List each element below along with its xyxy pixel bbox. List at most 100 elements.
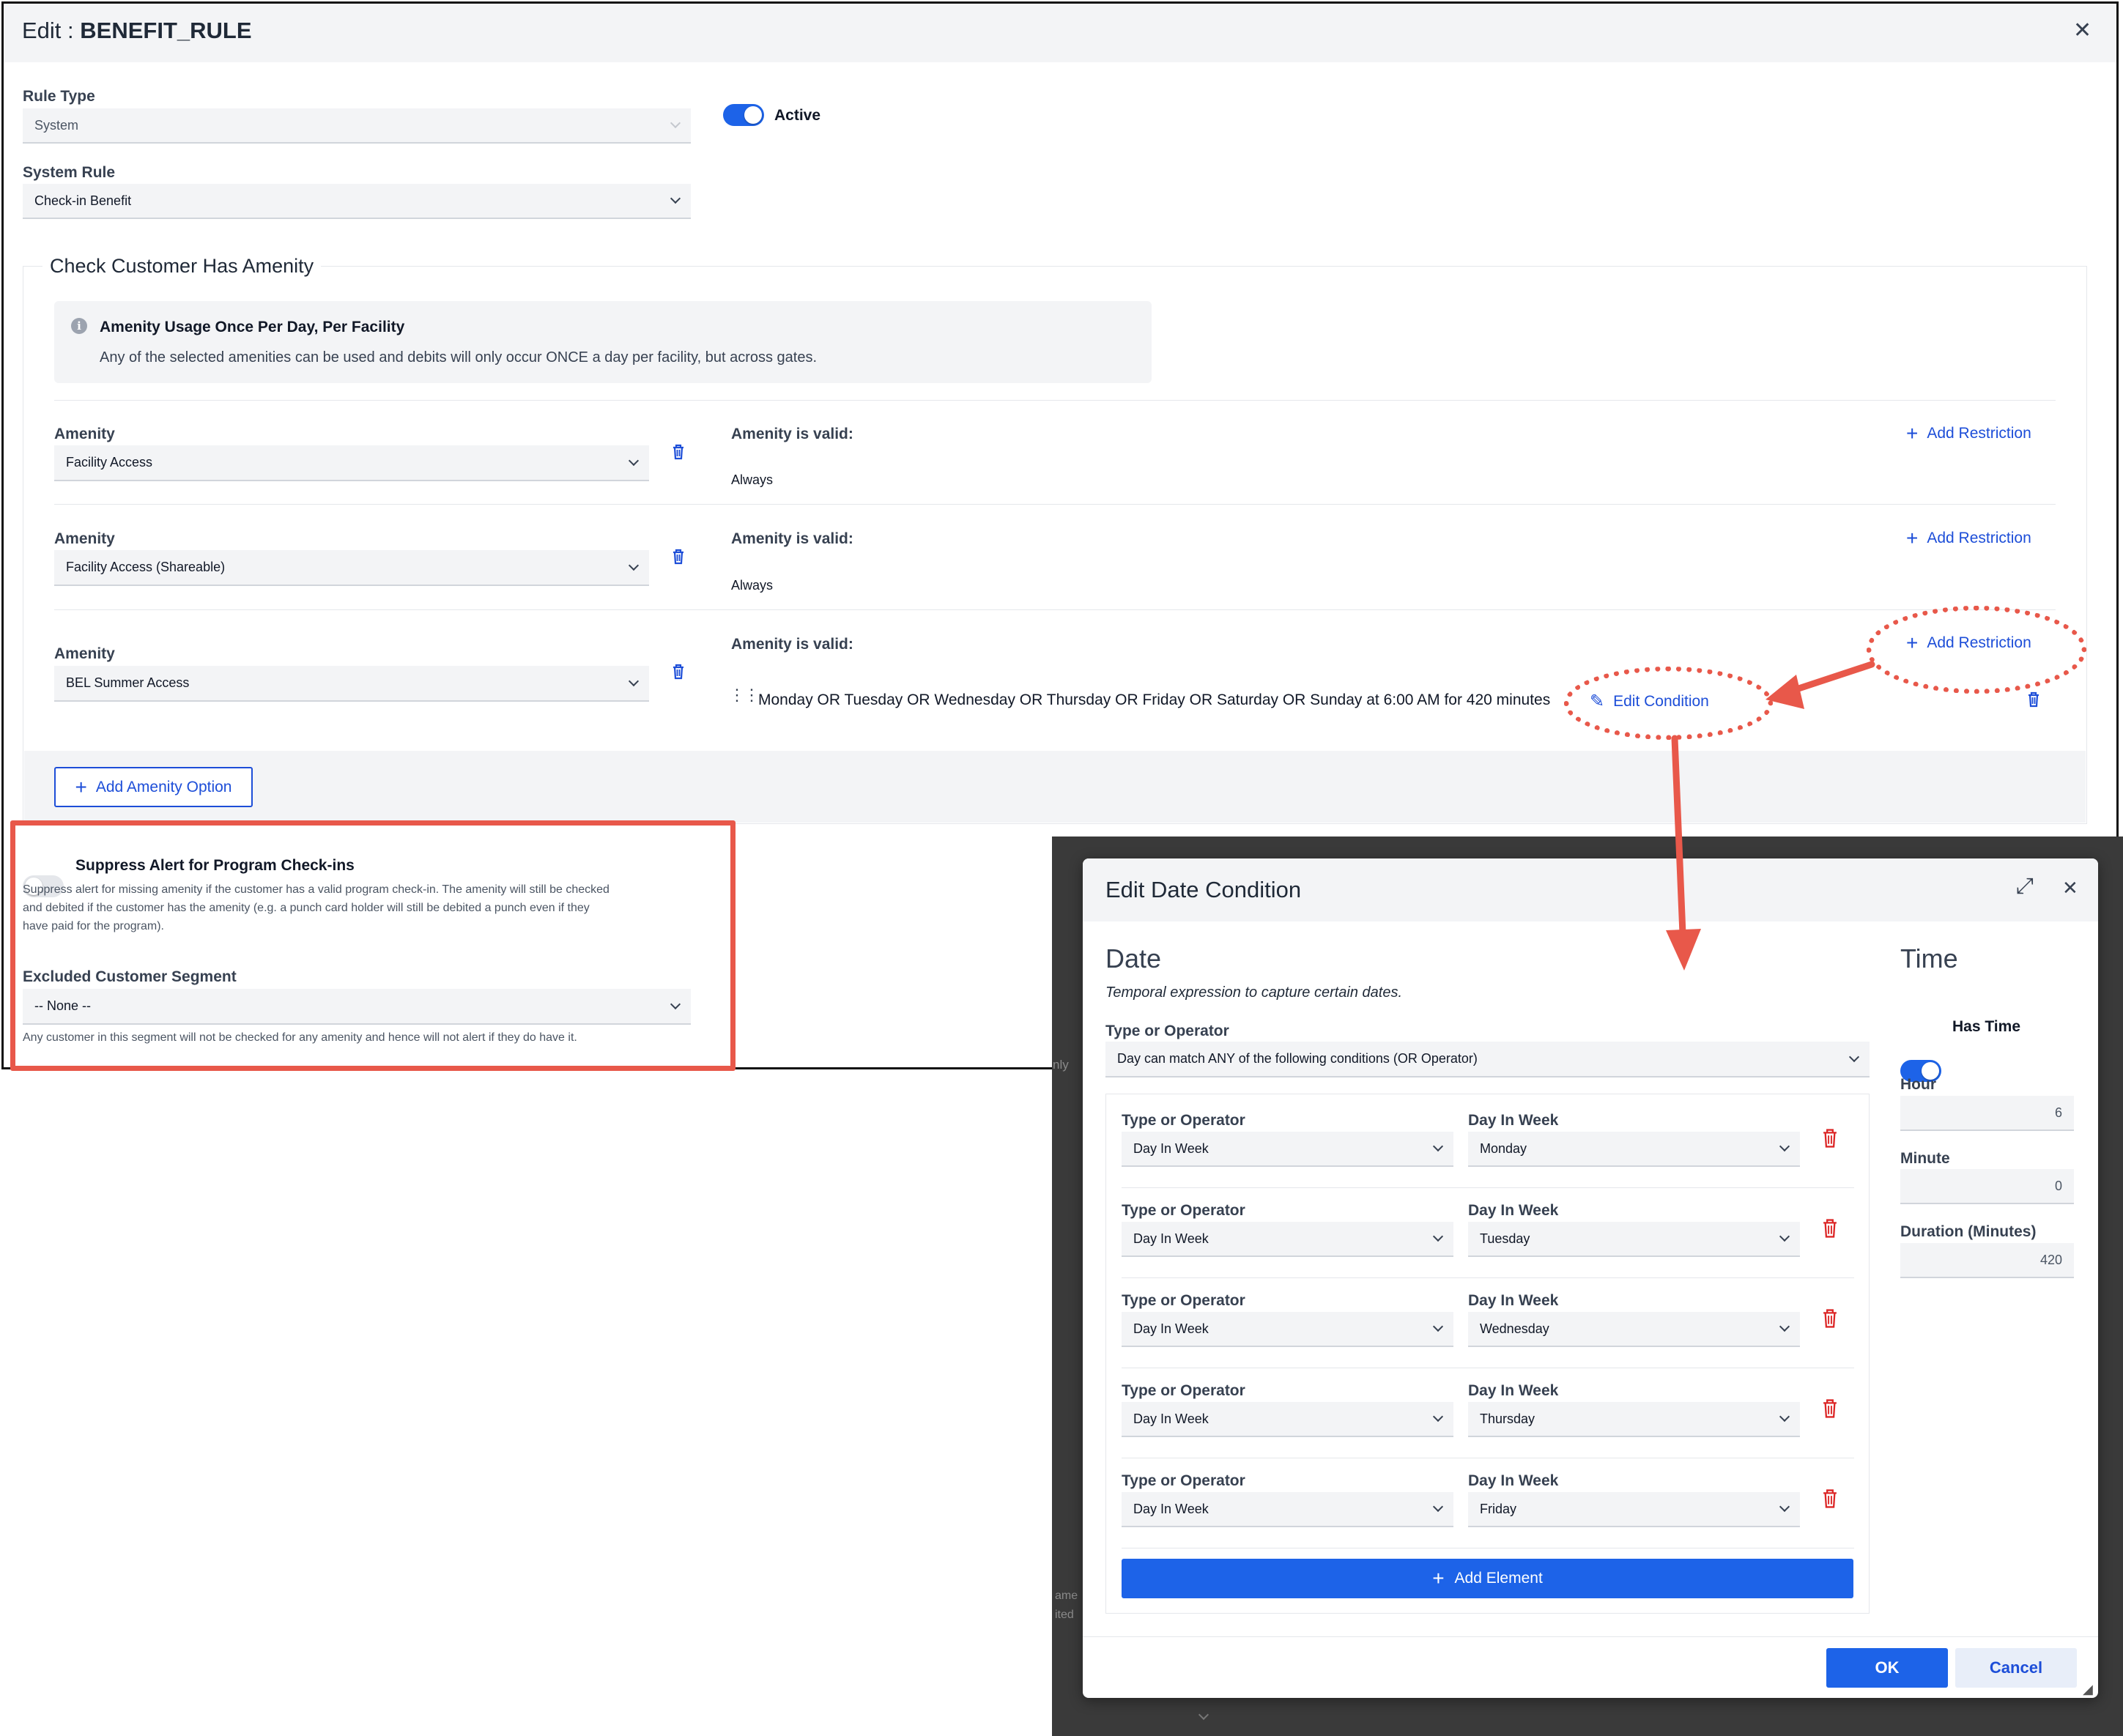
add-restriction-button[interactable]: + Add Restriction: [1906, 528, 2031, 549]
drag-handle-icon[interactable]: ⋮⋮: [729, 687, 760, 703]
duration-input[interactable]: 420: [1900, 1243, 2074, 1278]
ok-label: OK: [1875, 1658, 1900, 1677]
active-label: Active: [774, 107, 821, 124]
amenity-value: Facility Access (Shareable): [66, 560, 226, 574]
amenity-label: Amenity: [54, 530, 115, 547]
ok-button[interactable]: OK: [1826, 1648, 1948, 1688]
condition-type-value: Day In Week: [1133, 1321, 1209, 1336]
chevron-down-icon: [1432, 1321, 1444, 1332]
plus-icon: +: [1906, 422, 1919, 445]
dialog-title: Edit Date Condition: [1105, 877, 1302, 902]
amenity-value: Facility Access: [66, 455, 153, 470]
chevron-down-icon: [1779, 1411, 1790, 1422]
expand-icon[interactable]: ⤢: [2016, 874, 2034, 899]
condition-type-select[interactable]: Day In Week: [1122, 1312, 1453, 1347]
day-in-week-select[interactable]: Thursday: [1468, 1402, 1800, 1437]
type-operator-label: Type or Operator: [1105, 1023, 1229, 1039]
minute-value: 0: [2054, 1178, 2062, 1193]
dialog-footer-divider: [1083, 1636, 2098, 1637]
divider: [54, 400, 2056, 401]
condition-text: Monday OR Tuesday OR Wednesday OR Thursd…: [758, 691, 1551, 708]
day-in-week-label: Day In Week: [1468, 1382, 1559, 1399]
chevron-down-icon: [628, 675, 640, 686]
minute-input[interactable]: 0: [1900, 1169, 2074, 1204]
rule-type-select[interactable]: System: [23, 108, 691, 144]
hour-label: Hour: [1900, 1076, 1936, 1093]
day-in-week-label: Day In Week: [1468, 1472, 1559, 1489]
chevron-down-icon: [1432, 1140, 1444, 1152]
chevron-down-icon: [1779, 1231, 1790, 1242]
trash-icon[interactable]: [1822, 1398, 1838, 1419]
condition-type-value: Day In Week: [1133, 1501, 1209, 1516]
chevron-down-icon: [670, 193, 681, 204]
trash-icon[interactable]: [1822, 1128, 1838, 1149]
condition-row: Type or Operator Day In Week Day In Week…: [1122, 1288, 1854, 1368]
trash-icon[interactable]: [673, 549, 684, 565]
condition-type-select[interactable]: Day In Week: [1122, 1132, 1453, 1167]
condition-type-select[interactable]: Day In Week: [1122, 1222, 1453, 1257]
add-amenity-option-button[interactable]: + Add Amenity Option: [54, 767, 253, 807]
close-icon[interactable]: ✕: [2062, 877, 2078, 899]
amenity-valid-label: Amenity is valid:: [731, 426, 853, 442]
type-operator-select[interactable]: Day can match ANY of the following condi…: [1105, 1042, 1870, 1077]
trash-icon[interactable]: [1822, 1308, 1838, 1329]
add-restriction-label: Add Restriction: [1927, 530, 2031, 546]
amenity-label: Amenity: [54, 645, 115, 662]
amenity-value: BEL Summer Access: [66, 675, 190, 690]
chevron-down-icon: [1432, 1231, 1444, 1242]
panel-header: [4, 4, 2116, 62]
condition-type-label: Type or Operator: [1122, 1292, 1245, 1309]
chevron-down-icon: [670, 117, 681, 129]
chevron-down-icon: [628, 560, 640, 571]
trash-icon[interactable]: [673, 444, 684, 460]
divider: [54, 609, 2056, 610]
plus-icon: +: [1432, 1567, 1445, 1590]
trash-icon[interactable]: [1822, 1488, 1838, 1509]
condition-row: Type or Operator Day In Week Day In Week…: [1122, 1108, 1854, 1188]
system-rule-select[interactable]: Check-in Benefit: [23, 184, 691, 219]
chevron-down-icon: [1779, 1321, 1790, 1332]
condition-type-label: Type or Operator: [1122, 1202, 1245, 1219]
day-in-week-value: Wednesday: [1480, 1321, 1549, 1336]
amenity-select[interactable]: Facility Access (Shareable): [54, 550, 649, 586]
day-in-week-select[interactable]: Monday: [1468, 1132, 1800, 1167]
type-operator-value: Day can match ANY of the following condi…: [1117, 1051, 1478, 1066]
hour-value: 6: [2054, 1105, 2062, 1120]
close-icon[interactable]: ✕: [2073, 18, 2091, 43]
trash-icon[interactable]: [1822, 1218, 1838, 1239]
condition-type-label: Type or Operator: [1122, 1382, 1245, 1399]
add-element-button[interactable]: + Add Element: [1122, 1559, 1853, 1598]
rule-type-value: System: [34, 117, 79, 133]
add-restriction-button[interactable]: + Add Restriction: [1906, 422, 2031, 445]
title-name: BENEFIT_RULE: [80, 18, 252, 43]
date-subtitle: Temporal expression to capture certain d…: [1105, 984, 1403, 1001]
condition-type-select[interactable]: Day In Week: [1122, 1492, 1453, 1527]
plus-icon: +: [75, 775, 87, 798]
time-heading: Time: [1900, 943, 1958, 973]
day-in-week-value: Monday: [1480, 1140, 1527, 1156]
cancel-button[interactable]: Cancel: [1955, 1648, 2077, 1688]
info-title: Amenity Usage Once Per Day, Per Facility: [100, 319, 405, 335]
trash-icon[interactable]: [673, 664, 684, 680]
chevron-down-icon: [1779, 1501, 1790, 1513]
day-in-week-label: Day In Week: [1468, 1112, 1559, 1129]
hour-input[interactable]: 6: [1900, 1096, 2074, 1131]
condition-type-select[interactable]: Day In Week: [1122, 1402, 1453, 1437]
day-in-week-select[interactable]: Tuesday: [1468, 1222, 1800, 1257]
resize-handle-icon[interactable]: ◢: [2083, 1682, 2093, 1697]
amenity-select[interactable]: BEL Summer Access: [54, 666, 649, 702]
annotation-ellipse-add-restriction: [1867, 606, 2086, 694]
trash-icon[interactable]: [2028, 691, 2039, 708]
system-rule-value: Check-in Benefit: [34, 193, 132, 208]
condition-type-value: Day In Week: [1133, 1411, 1209, 1426]
panel-title: Edit : BENEFIT_RULE: [22, 18, 252, 44]
day-in-week-select[interactable]: Friday: [1468, 1492, 1800, 1527]
amenity-select[interactable]: Facility Access: [54, 445, 649, 481]
add-restriction-label: Add Restriction: [1927, 425, 2031, 442]
active-toggle[interactable]: [723, 104, 764, 126]
amenity-label: Amenity: [54, 426, 115, 442]
divider: [54, 504, 2056, 505]
backdrop-text: nly: [1053, 1058, 1069, 1072]
chevron-down-icon: [628, 455, 640, 466]
day-in-week-select[interactable]: Wednesday: [1468, 1312, 1800, 1347]
